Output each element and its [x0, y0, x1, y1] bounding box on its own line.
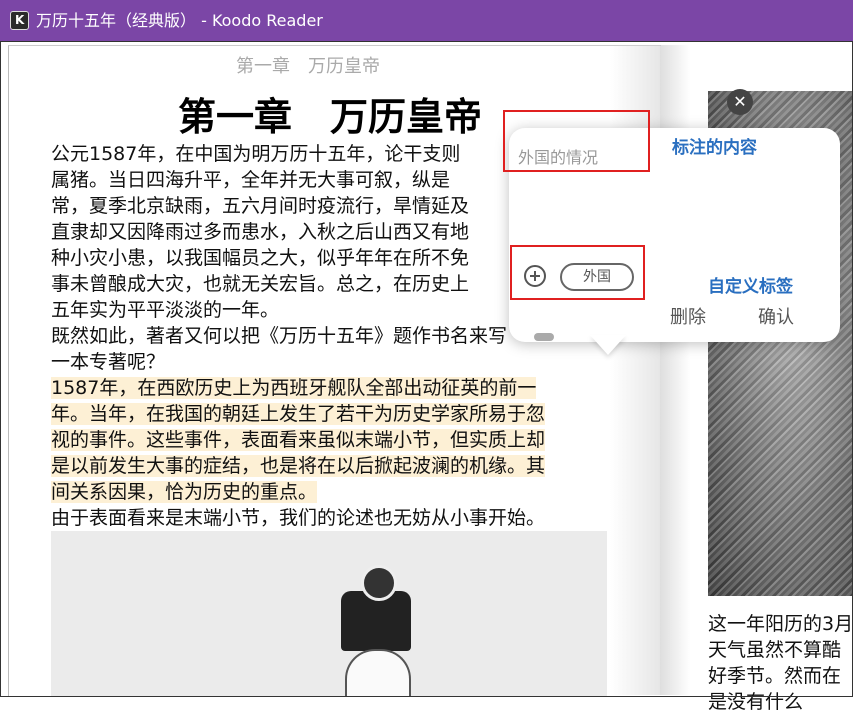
annotation-content-label: 标注的内容	[672, 138, 757, 158]
window-titlebar: K 万历十五年（经典版） - Koodo Reader	[0, 0, 853, 41]
drag-handle[interactable]	[534, 333, 554, 341]
text-line: 天气虽然不算酷	[708, 639, 842, 661]
highlighted-line: 间关系因果，恰为历史的重点。	[51, 481, 318, 503]
window-title: 万历十五年（经典版） - Koodo Reader	[36, 11, 323, 30]
right-page-text[interactable]: 这一年阳历的3月 天气虽然不算酷 好季节。然而在 是没有什么	[708, 611, 853, 715]
text-line: 直隶却又因降雨过多而患水，入秋之后山西又有地	[51, 221, 470, 243]
koodo-app-icon: K	[10, 11, 29, 30]
text-line: 这一年阳历的3月	[708, 613, 853, 635]
text-line: 种小灾小患，以我国幅员之大，似乎年年在所不免	[51, 247, 470, 269]
custom-tag-label: 自定义标签	[708, 277, 793, 297]
portrait-face	[345, 649, 411, 697]
delete-button[interactable]: 删除	[670, 303, 706, 329]
highlighted-line: 年。当年，在我国的朝廷上发生了若干为历史学家所易于忽	[51, 403, 546, 425]
confirm-button[interactable]: 确认	[758, 303, 794, 329]
tag-area-highlight-box	[510, 245, 645, 300]
text-line: 常，夏季北京缺雨，五六月间时疫流行，旱情延及	[51, 195, 470, 217]
highlighted-paragraph[interactable]: 1587年，在西欧历史上为西班牙舰队全部出动征英的前一 年。当年，在我国的朝廷上…	[51, 375, 611, 505]
app-icon-letter: K	[15, 13, 25, 27]
text-line: 是没有什么	[708, 691, 804, 713]
text-line: 五年实为平平淡淡的一年。	[51, 299, 280, 321]
emperor-portrait-image	[51, 531, 607, 697]
text-line: 属猪。当日四海升平，全年并无大事可叙，纵是	[51, 169, 451, 191]
text-line: 好季节。然而在	[708, 665, 842, 687]
close-popup-button[interactable]: ✕	[727, 89, 753, 115]
highlighted-line: 1587年，在西欧历史上为西班牙舰队全部出动征英的前一	[51, 377, 537, 399]
text-line: 既然如此，著者又何以把《万历十五年》题作书名来写	[51, 325, 508, 347]
note-input-highlight-box	[503, 110, 650, 172]
text-line: 公元1587年，在中国为明万历十五年，论干支则	[51, 143, 461, 165]
highlighted-line: 是以前发生大事的症结，也是将在以后掀起波澜的机缘。其	[51, 455, 546, 477]
text-line: 事未曾酿成大灾，也就无关宏旨。总之，在历史上	[51, 273, 470, 295]
highlighted-line: 视的事件。这些事件，表面看来虽似末端小节，但实质上却	[51, 429, 546, 451]
portrait-crown	[341, 565, 411, 651]
text-line: 一本专著呢？	[51, 351, 166, 373]
popup-caret	[590, 335, 626, 355]
running-header: 第一章 万历皇帝	[236, 56, 380, 77]
paragraph-4[interactable]: 由于表面看来是末端小节，我们的论述也无妨从小事开始。	[51, 505, 611, 531]
